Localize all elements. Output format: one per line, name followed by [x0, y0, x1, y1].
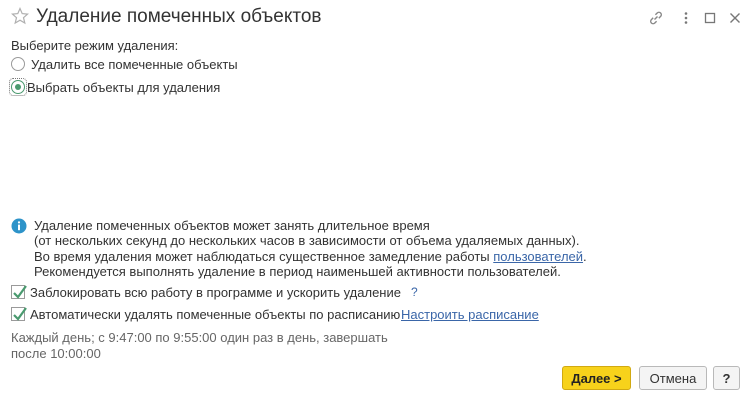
radio-button[interactable] — [11, 57, 25, 71]
radio-focus-frame — [9, 78, 27, 96]
schedule-label[interactable]: Автоматически удалять помеченные объекты… — [30, 307, 400, 322]
schedule-line: Каждый день; с 9:47:00 по 9:55:00 один р… — [11, 330, 388, 345]
title-bar: Удаление помеченных объектов — [0, 0, 750, 36]
mode-label: Выберите режим удаления: — [11, 38, 179, 53]
configure-schedule-link[interactable]: Настроить расписание — [401, 307, 539, 323]
cancel-button[interactable]: Отмена — [639, 366, 707, 390]
lock-help-link[interactable]: ? — [411, 285, 418, 299]
maximize-icon[interactable] — [701, 9, 719, 27]
users-link[interactable]: пользователей — [493, 249, 583, 264]
window-title: Удаление помеченных объектов — [36, 6, 322, 27]
more-icon[interactable] — [677, 9, 695, 27]
schedule-description: Каждый день; с 9:47:00 по 9:55:00 один р… — [11, 330, 388, 362]
schedule-checkbox[interactable] — [11, 307, 27, 321]
radio-delete-all[interactable]: Удалить все помеченные объекты — [11, 55, 238, 73]
radio-label: Выбрать объекты для удаления — [27, 79, 221, 95]
next-button[interactable]: Далее > — [562, 366, 631, 390]
schedule-option: Автоматически удалять помеченные объекты… — [11, 305, 400, 323]
info-line: (от нескольких секунд до нескольких часо… — [34, 233, 580, 249]
lock-checkbox[interactable] — [11, 285, 27, 299]
info-line-dot: . — [583, 248, 587, 264]
radio-label: Удалить все помеченные объекты — [31, 56, 238, 72]
schedule-line: после 10:00:00 — [11, 346, 101, 361]
lock-option: Заблокировать всю работу в программе и у… — [11, 283, 418, 301]
close-icon[interactable] — [726, 9, 744, 27]
help-button[interactable]: ? — [713, 366, 740, 390]
info-icon — [11, 218, 27, 234]
radio-select-objects[interactable]: Выбрать объекты для удаления — [9, 78, 221, 96]
info-line: Рекомендуется выполнять удаление в перио… — [34, 263, 561, 279]
info-line: Во время удаления может наблюдаться суще… — [34, 249, 587, 264]
star-icon[interactable] — [10, 6, 30, 25]
radio-button-selected[interactable] — [11, 80, 25, 94]
lock-label[interactable]: Заблокировать всю работу в программе и у… — [30, 285, 401, 300]
info-text: Удаление помеченных объектов может занят… — [34, 218, 587, 279]
link-icon[interactable] — [647, 9, 665, 27]
info-line-text: Во время удаления может наблюдаться суще… — [34, 248, 494, 264]
info-line: Удаление помеченных объектов может занят… — [34, 218, 430, 233]
